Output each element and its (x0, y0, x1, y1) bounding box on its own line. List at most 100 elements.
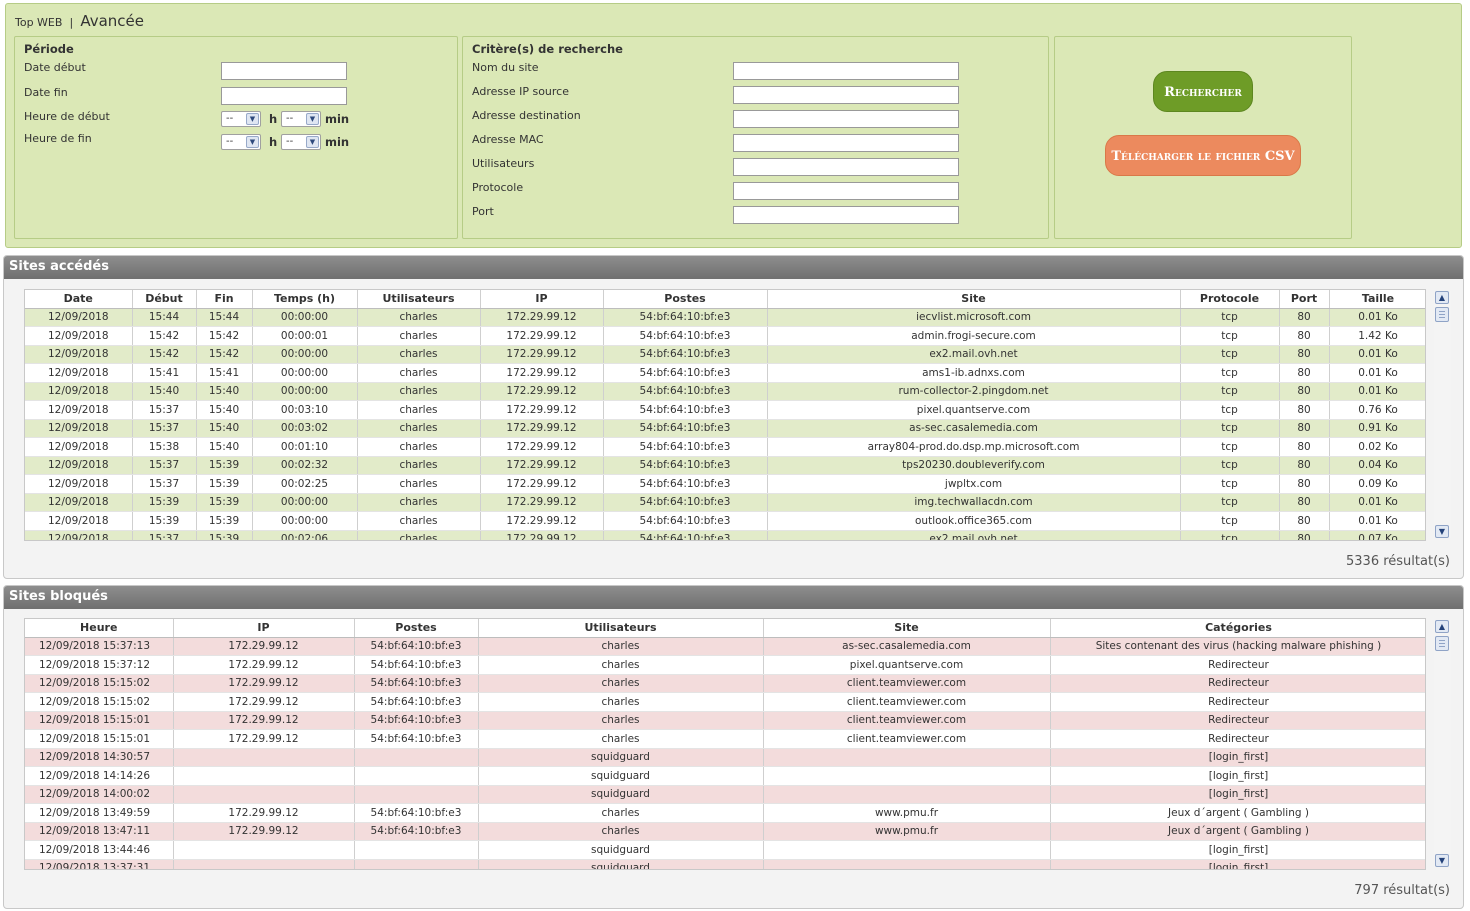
hour-unit: h (269, 112, 278, 126)
table-row[interactable]: 12/09/2018 15:40 15:40 00:00:00 charles 172.2… (25, 382, 1425, 401)
scrollbar-thumb[interactable] (1435, 307, 1449, 322)
column-header[interactable]: Catégories (1050, 619, 1425, 638)
table-row[interactable]: 12/09/2018 15:39 15:39 00:00:00 charles 172.2… (25, 511, 1425, 531)
criteria-input[interactable] (733, 62, 959, 80)
column-header[interactable]: Temps (h) (252, 290, 358, 309)
column-header[interactable]: Site (767, 290, 1181, 309)
table-cell: 00:00:00 (252, 511, 358, 531)
table-cell: charles (357, 363, 481, 383)
table-cell: 00:02:25 (252, 474, 358, 494)
table-cell: 00:03:10 (252, 400, 358, 420)
table-row[interactable]: 12/09/2018 14:30:57 squidguard [login_firs… (25, 748, 1425, 767)
table-row[interactable]: 12/09/2018 15:44 15:44 00:00:00 charles 172.2… (25, 308, 1425, 327)
triangle-up-icon[interactable]: ▲ (1435, 620, 1449, 633)
table-row[interactable]: 12/09/2018 14:14:26 squidguard [login_firs… (25, 766, 1425, 786)
criteria-input[interactable] (733, 86, 959, 104)
sites-acces-scrollbar[interactable]: ▲ ▼ (1434, 291, 1451, 538)
table-row[interactable]: 12/09/2018 13:47:11 172.29.99.12 54:bf:64:… (25, 822, 1425, 841)
table-row[interactable]: 12/09/2018 15:37 15:40 00:03:02 charles 172.2… (25, 419, 1425, 438)
table-cell: 54:bf:64:10:bf:e3 (603, 530, 768, 540)
table-row[interactable]: 12/09/2018 15:15:02 172.29.99.12 54:bf:64:… (25, 674, 1425, 693)
table-cell: 1.42 Ko (1329, 326, 1425, 346)
heure-debut-min-select[interactable]: -- ▼ (281, 111, 321, 127)
sites-acces-count: 5336 résultat(s) (1346, 554, 1450, 569)
column-header[interactable]: IP (173, 619, 355, 638)
table-cell: 0.01 Ko (1329, 308, 1425, 327)
column-header[interactable]: Port (1279, 290, 1330, 309)
table-row[interactable]: 12/09/2018 13:49:59 172.29.99.12 54:bf:64:… (25, 803, 1425, 823)
table-cell: 12/09/2018 13:37:31 (25, 859, 174, 869)
table-row[interactable]: 12/09/2018 15:37 15:39 00:02:06 charles 172.2… (25, 530, 1425, 540)
triangle-up-icon[interactable]: ▲ (1435, 291, 1449, 304)
table-row[interactable]: 12/09/2018 15:37 15:40 00:03:10 charles 172.2… (25, 400, 1425, 420)
table-cell: 172.29.99.12 (480, 326, 604, 346)
sites-acces-title: Sites accédés (4, 256, 1463, 279)
table-row[interactable]: 12/09/2018 15:41 15:41 00:00:00 charles 172.2… (25, 363, 1425, 383)
table-row[interactable]: 12/09/2018 15:37 15:39 00:02:32 charles 172.2… (25, 456, 1425, 475)
table-row[interactable]: 12/09/2018 15:15:01 172.29.99.12 54:bf:64:… (25, 711, 1425, 730)
criteria-input[interactable] (733, 182, 959, 200)
table-cell: charles (478, 711, 764, 730)
table-cell: charles (357, 493, 481, 512)
sites-bloques-scrollbar[interactable]: ▲ ▼ (1434, 620, 1451, 867)
table-row[interactable]: 12/09/2018 15:15:01 172.29.99.12 54:bf:64:… (25, 729, 1425, 749)
table-row[interactable]: 12/09/2018 15:38 15:40 00:01:10 charles 172.2… (25, 437, 1425, 457)
column-header[interactable]: Date (25, 290, 133, 309)
table-cell: client.teamviewer.com (763, 692, 1051, 712)
table-row[interactable]: 12/09/2018 15:37:12 172.29.99.12 54:bf:64:… (25, 655, 1425, 675)
table-row[interactable]: 12/09/2018 13:37:31 squidguard [login_firs… (25, 859, 1425, 869)
table-cell: tcp (1180, 419, 1280, 438)
table-cell: tcp (1180, 474, 1280, 494)
column-header[interactable]: Utilisateurs (357, 290, 481, 309)
table-header-row: Heure IP Postes Utilisateurs Site Catégories (25, 619, 1425, 638)
table-cell: [login_first] (1050, 748, 1425, 767)
triangle-down-icon[interactable]: ▼ (1435, 854, 1449, 867)
date-debut-input[interactable] (221, 62, 347, 80)
criteria-input[interactable] (733, 110, 959, 128)
scrollbar-thumb[interactable] (1435, 636, 1449, 651)
column-header[interactable]: Taille (1329, 290, 1425, 309)
sites-bloques-table: Heure IP Postes Utilisateurs Site Catégories … (25, 619, 1425, 869)
column-header[interactable]: Postes (603, 290, 768, 309)
table-row[interactable]: 12/09/2018 15:42 15:42 00:00:00 charles 172.2… (25, 345, 1425, 364)
table-cell: 172.29.99.12 (480, 437, 604, 457)
table-row[interactable]: 12/09/2018 15:39 15:39 00:00:00 charles 172.2… (25, 493, 1425, 512)
heure-fin-hour-select[interactable]: -- ▼ (221, 134, 261, 150)
column-header[interactable]: IP (480, 290, 604, 309)
table-row[interactable]: 12/09/2018 15:42 15:42 00:00:01 charles 172.2… (25, 326, 1425, 346)
heure-fin-min-select[interactable]: -- ▼ (281, 134, 321, 150)
table-cell: 80 (1279, 345, 1330, 364)
table-row[interactable]: 12/09/2018 15:15:02 172.29.99.12 54:bf:64:… (25, 692, 1425, 712)
breadcrumb-section[interactable]: Top WEB (15, 16, 62, 29)
download-csv-button[interactable]: Télécharger le fichier CSV (1105, 135, 1301, 176)
table-cell: 12/09/2018 (25, 326, 133, 346)
table-row[interactable]: 12/09/2018 13:44:46 squidguard [login_firs… (25, 840, 1425, 860)
column-header[interactable]: Utilisateurs (478, 619, 764, 638)
hour-unit: h (269, 135, 278, 149)
column-header[interactable]: Site (763, 619, 1051, 638)
column-header[interactable]: Début (132, 290, 197, 309)
sites-acces-grid: Date Début Fin Temps (h) Utilisateurs IP Poste… (24, 289, 1426, 541)
column-header[interactable]: Protocole (1180, 290, 1280, 309)
table-cell: 15:39 (132, 493, 197, 512)
heure-debut-hour-select[interactable]: -- ▼ (221, 111, 261, 127)
table-cell: 172.29.99.12 (173, 711, 355, 730)
date-fin-input[interactable] (221, 87, 347, 105)
column-header[interactable]: Fin (196, 290, 253, 309)
table-row[interactable]: 12/09/2018 15:37:13 172.29.99.12 54:bf:64:… (25, 637, 1425, 656)
column-header[interactable]: Postes (354, 619, 479, 638)
table-row[interactable]: 12/09/2018 14:00:02 squidguard [login_firs… (25, 785, 1425, 804)
table-cell: 00:03:02 (252, 419, 358, 438)
column-header[interactable]: Heure (25, 619, 174, 638)
table-row[interactable]: 12/09/2018 15:37 15:39 00:02:25 charles 172.2… (25, 474, 1425, 494)
table-cell: charles (357, 437, 481, 457)
criteria-input[interactable] (733, 134, 959, 152)
table-cell: charles (478, 637, 764, 656)
search-button[interactable]: Rechercher (1153, 71, 1253, 112)
triangle-down-icon[interactable]: ▼ (1435, 525, 1449, 538)
criteria-input[interactable] (733, 158, 959, 176)
table-cell: 12/09/2018 15:15:02 (25, 692, 174, 712)
table-cell: 172.29.99.12 (173, 655, 355, 675)
criteria-input[interactable] (733, 206, 959, 224)
table-cell: squidguard (478, 748, 764, 767)
